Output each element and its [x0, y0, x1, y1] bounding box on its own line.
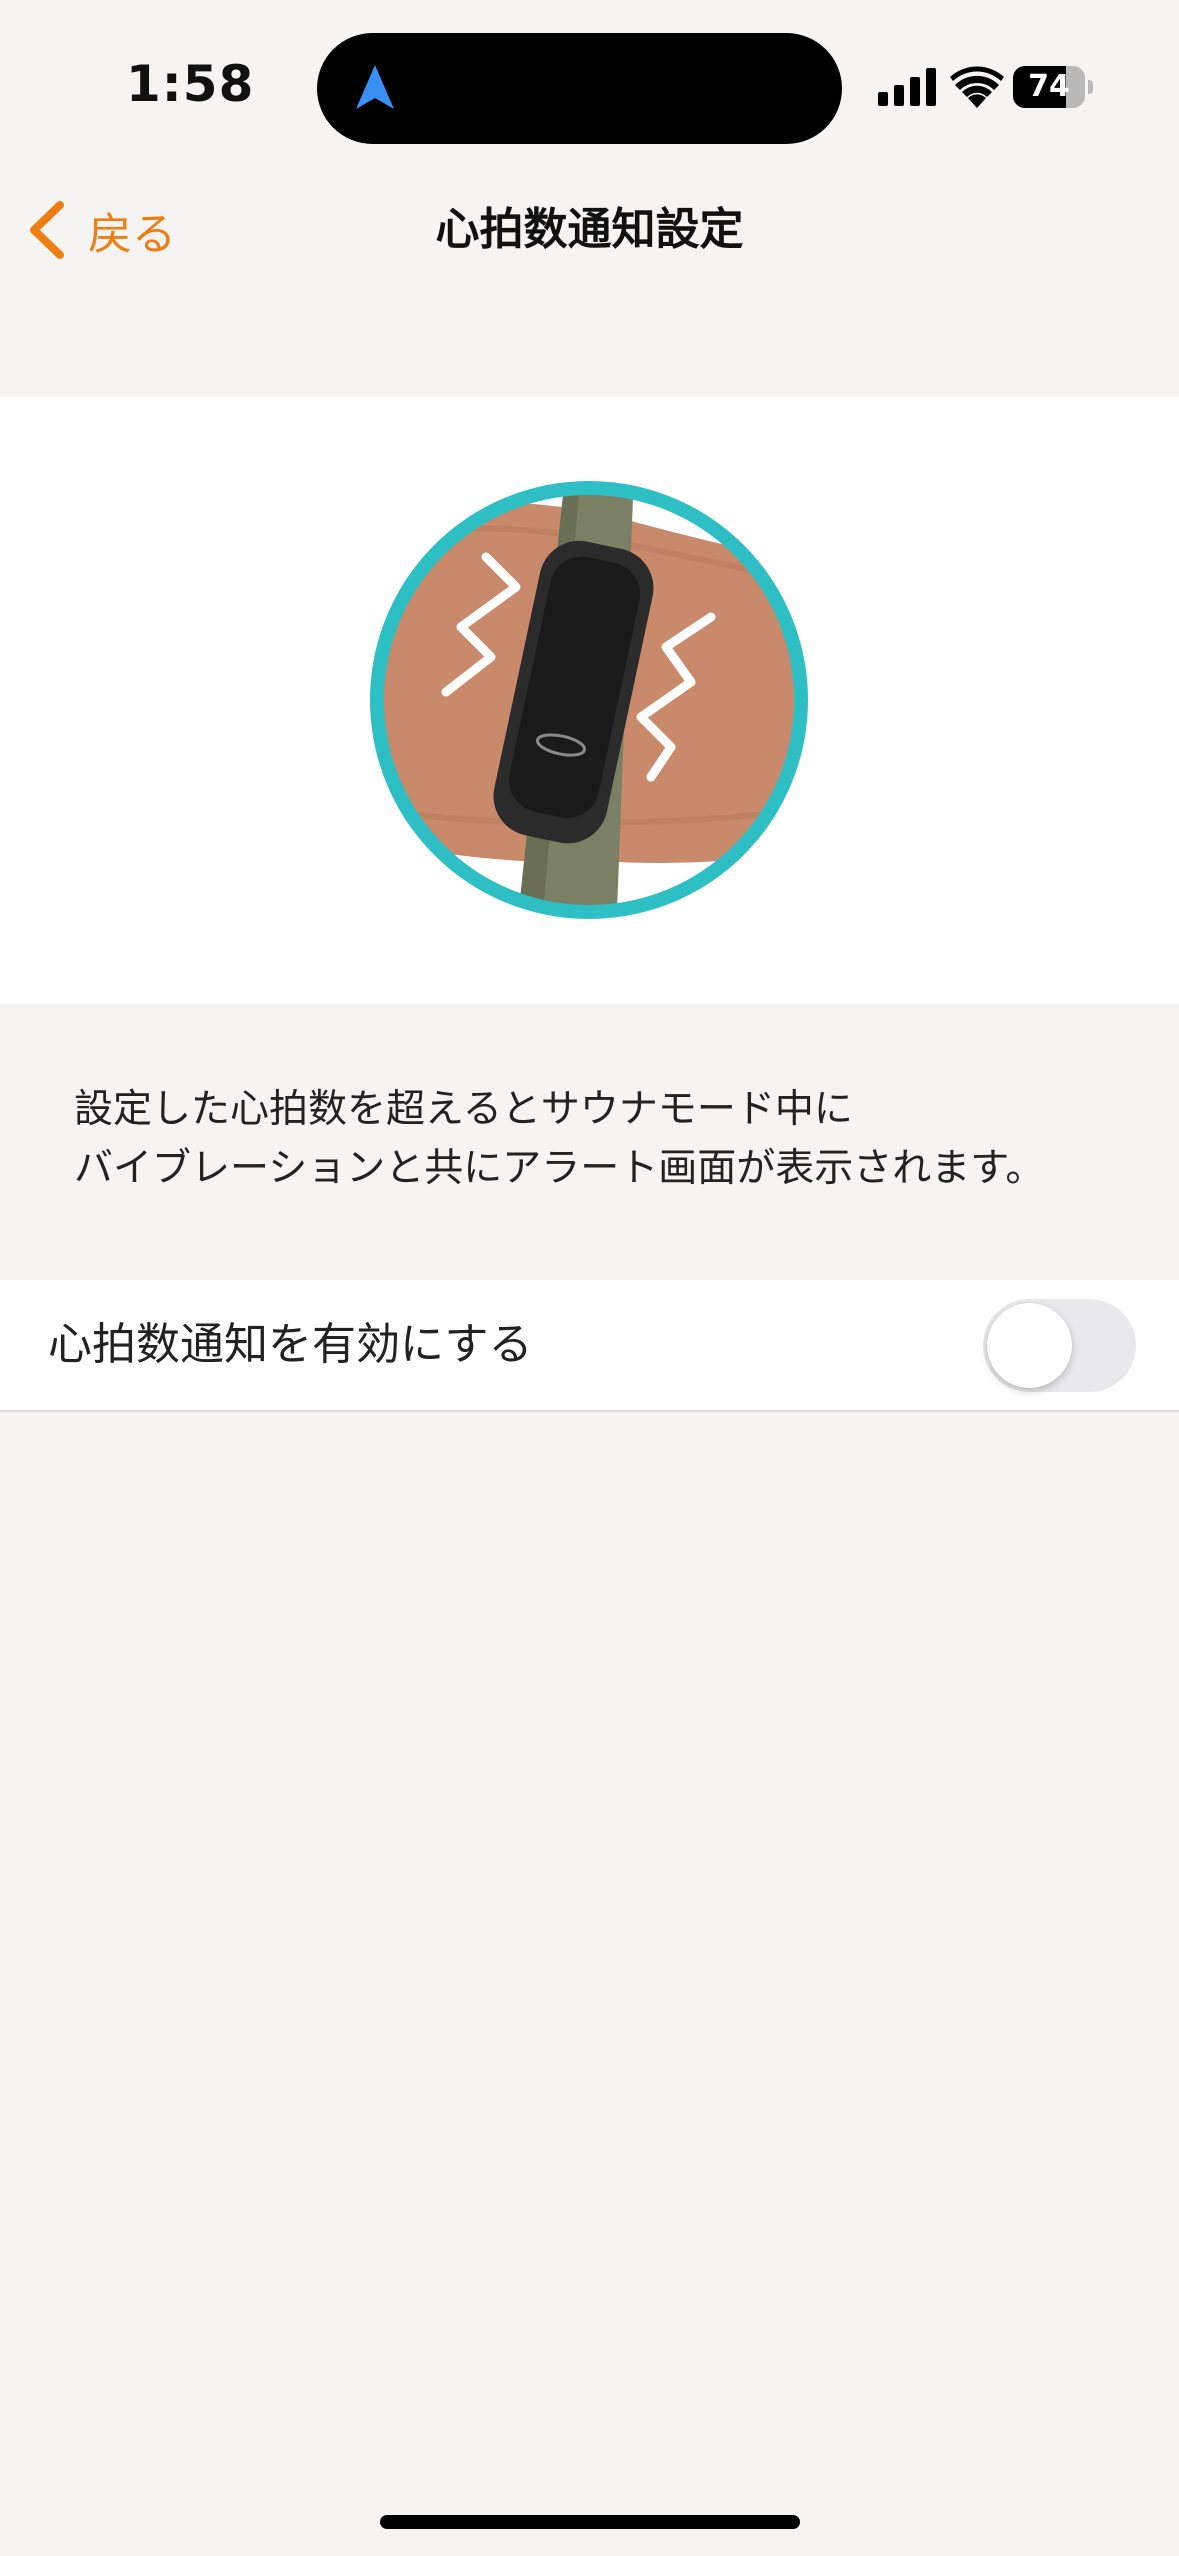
- wifi-icon: [950, 66, 1004, 108]
- toggle-knob: [987, 1303, 1072, 1388]
- toggle-label: 心拍数通知を有効にする: [48, 1319, 533, 1370]
- wristband-vibration-illustration: [370, 481, 808, 919]
- description-line-1: 設定した心拍数を超えるとサウナモード中に: [74, 1087, 853, 1132]
- status-time: 1:58: [126, 55, 255, 113]
- heart-rate-notification-row: 心拍数通知を有効にする: [0, 1280, 1179, 1412]
- description-text: 設定した心拍数を超えるとサウナモード中に バイブレーションと共にアラート画面が表…: [74, 1080, 1134, 1198]
- page-title: 心拍数通知設定: [435, 204, 744, 255]
- hero-image-section: [0, 397, 1179, 1004]
- description-line-2: バイブレーションと共にアラート画面が表示されます。: [74, 1146, 1045, 1191]
- navigation-bar: 戻る 心拍数通知設定: [0, 180, 1179, 280]
- heart-rate-notification-toggle[interactable]: [983, 1299, 1136, 1392]
- location-arrow-icon: [356, 65, 394, 109]
- cellular-signal-icon: [878, 68, 936, 106]
- home-indicator: [380, 2515, 800, 2529]
- battery-percentage: 74: [1028, 69, 1070, 104]
- status-bar: 1:58 74: [0, 0, 1179, 180]
- battery-icon: 74: [1013, 66, 1093, 108]
